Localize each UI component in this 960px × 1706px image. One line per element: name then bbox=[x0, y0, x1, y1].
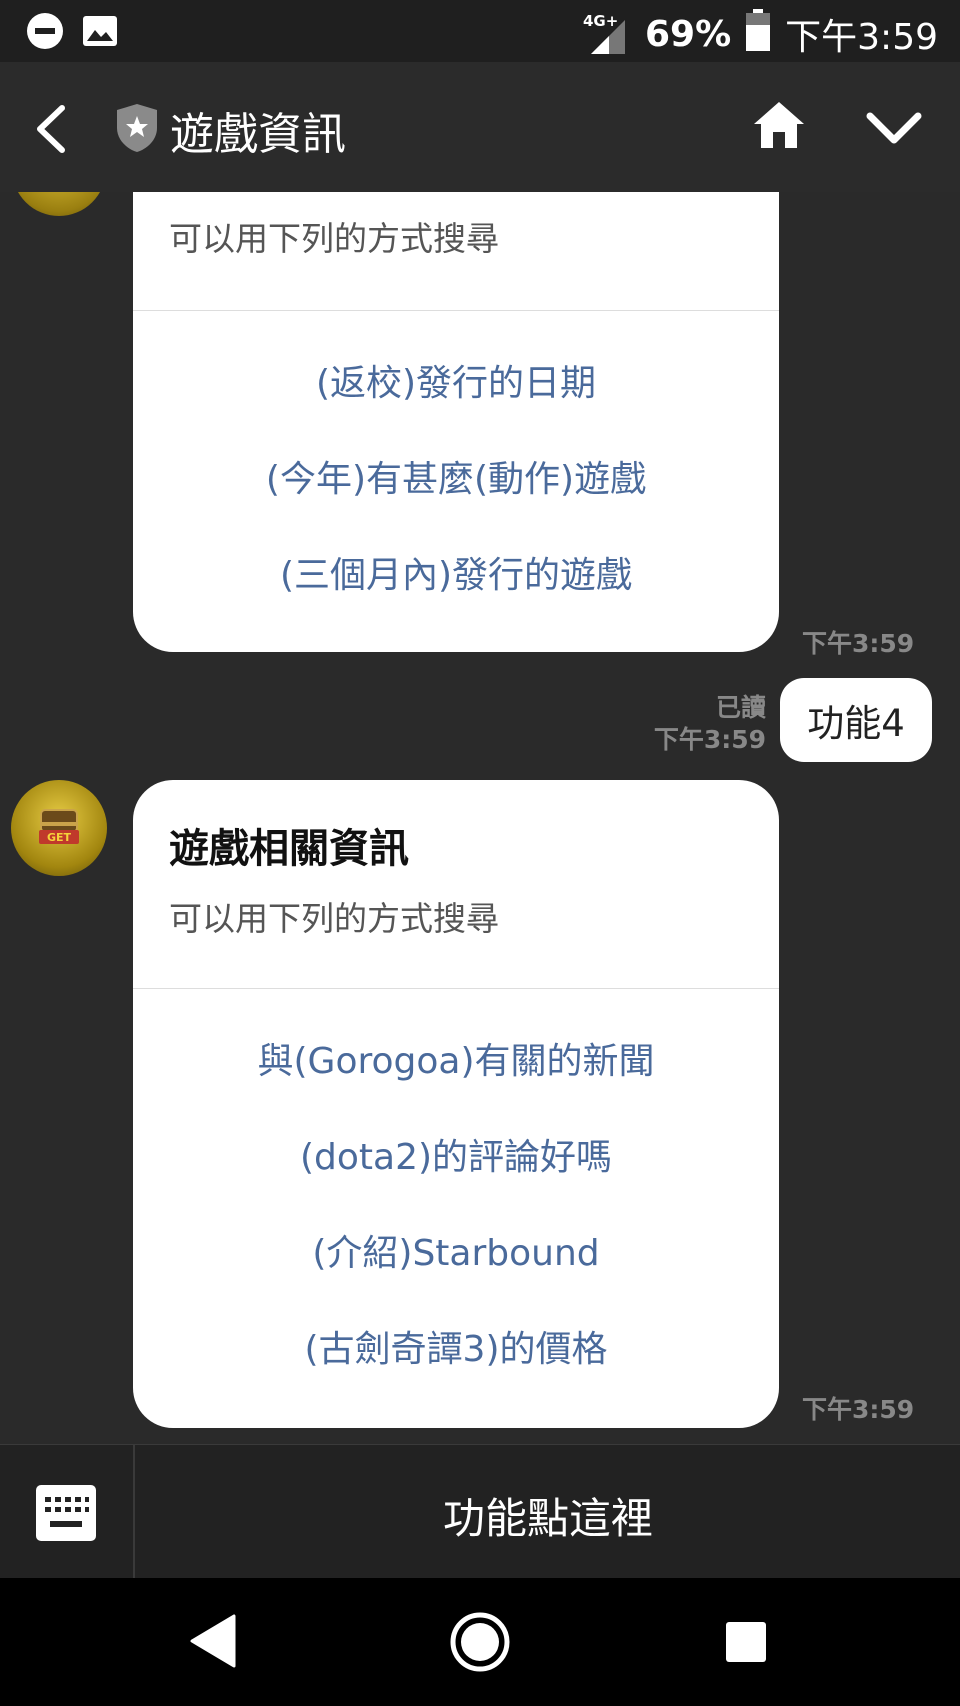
quick-reply-link[interactable]: (dota2)的評論好嗎 bbox=[133, 1128, 779, 1180]
nav-home-icon[interactable] bbox=[450, 1612, 510, 1676]
do-not-disturb-icon bbox=[26, 12, 64, 54]
quick-reply-link[interactable]: (今年)有甚麼(動作)遊戲 bbox=[133, 450, 779, 502]
message-time: 下午3:59 bbox=[802, 1395, 915, 1424]
quick-reply-link[interactable]: (三個月內)發行的遊戲 bbox=[133, 546, 779, 598]
chat-title: 遊戲資訊 bbox=[170, 109, 346, 160]
message-time: 下午3:59 bbox=[802, 629, 915, 658]
avatar-logo-text: GET bbox=[47, 831, 72, 844]
chevron-down-icon[interactable] bbox=[866, 110, 922, 150]
footer-divider bbox=[133, 1445, 135, 1579]
nav-recents-icon[interactable] bbox=[726, 1622, 766, 1666]
battery-icon bbox=[745, 8, 771, 60]
signal-icon: 4G+ bbox=[583, 12, 631, 56]
treasure-chest-icon: GET bbox=[39, 809, 79, 844]
message-card: 遊戲相關資訊 可以用下列的方式搜尋 與(Gorogoa)有關的新聞 (dota2… bbox=[133, 780, 779, 1428]
nav-back-icon[interactable] bbox=[190, 1614, 236, 1672]
card-subtitle: 可以用下列的方式搜尋 bbox=[169, 219, 499, 258]
read-status: 已讀 bbox=[715, 693, 766, 722]
quick-reply-link[interactable]: (古劍奇譚3)的價格 bbox=[133, 1320, 779, 1372]
rich-menu-bar: 功能點這裡 bbox=[0, 1444, 960, 1579]
bot-avatar[interactable]: GET bbox=[11, 780, 107, 876]
bot-avatar[interactable] bbox=[12, 192, 106, 216]
message-card: 可以用下列的方式搜尋 (返校)發行的日期 (今年)有甚麼(動作)遊戲 (三個月內… bbox=[133, 192, 779, 652]
chat-header: 遊戲資訊 bbox=[0, 62, 960, 192]
back-arrow-icon[interactable] bbox=[30, 104, 70, 158]
quick-reply-link[interactable]: (返校)發行的日期 bbox=[133, 354, 779, 406]
user-message-bubble[interactable]: 功能4 bbox=[780, 678, 932, 762]
keyboard-icon[interactable] bbox=[36, 1485, 96, 1545]
chat-area[interactable]: 可以用下列的方式搜尋 (返校)發行的日期 (今年)有甚麼(動作)遊戲 (三個月內… bbox=[0, 192, 960, 1444]
card-title: 遊戲相關資訊 bbox=[169, 826, 409, 872]
battery-percent: 69% bbox=[644, 13, 732, 55]
message-time: 下午3:59 bbox=[653, 725, 766, 754]
rich-menu-toggle[interactable]: 功能點這裡 bbox=[136, 1485, 960, 1546]
card-divider bbox=[133, 988, 779, 989]
clock: 下午3:59 bbox=[785, 17, 938, 58]
official-shield-icon bbox=[115, 102, 159, 158]
system-nav-bar bbox=[0, 1578, 960, 1706]
home-icon[interactable] bbox=[752, 100, 806, 154]
quick-reply-link[interactable]: 與(Gorogoa)有關的新聞 bbox=[133, 1032, 779, 1084]
quick-reply-link[interactable]: (介紹)Starbound bbox=[133, 1224, 779, 1276]
read-receipt: 已讀 下午3:59 bbox=[654, 692, 766, 756]
status-bar: 4G+ 69% 下午3:59 bbox=[0, 0, 960, 62]
card-divider bbox=[133, 310, 779, 311]
card-subtitle: 可以用下列的方式搜尋 bbox=[169, 899, 499, 938]
gallery-icon bbox=[82, 13, 118, 53]
